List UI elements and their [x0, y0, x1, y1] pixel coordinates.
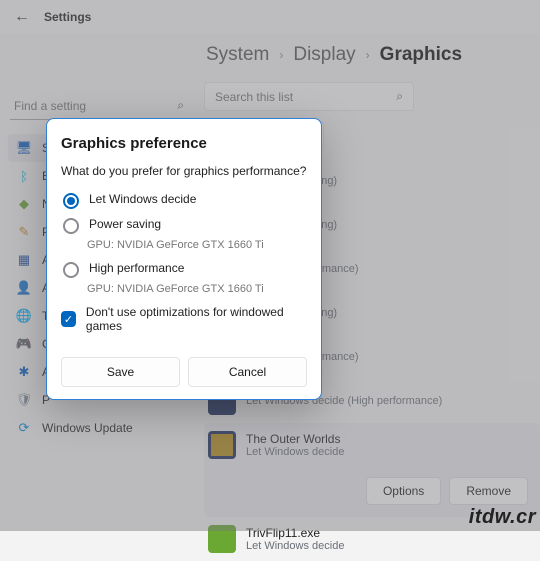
- radio-power-saving[interactable]: Power saving: [61, 213, 307, 238]
- graphics-preference-dialog: Graphics preference What do you prefer f…: [46, 118, 322, 400]
- checkbox-icon: ✓: [61, 311, 76, 327]
- save-button[interactable]: Save: [61, 357, 180, 387]
- cancel-button[interactable]: Cancel: [188, 357, 307, 387]
- radio-sublabel: GPU: NVIDIA GeForce GTX 1660 Ti: [87, 239, 307, 251]
- radio-let-windows-decide[interactable]: Let Windows decide: [61, 188, 307, 213]
- dialog-question: What do you prefer for graphics performa…: [61, 164, 307, 178]
- radio-label: Power saving: [89, 217, 161, 231]
- watermark: itdw.cr: [469, 506, 536, 529]
- radio-sublabel: GPU: NVIDIA GeForce GTX 1660 Ti: [87, 283, 307, 295]
- app-preference: Let Windows decide: [246, 540, 344, 552]
- checkbox-label: Don't use optimizations for windowed gam…: [86, 305, 307, 333]
- radio-icon: [63, 193, 79, 209]
- radio-label: Let Windows decide: [89, 192, 196, 206]
- dialog-title: Graphics preference: [61, 135, 307, 152]
- radio-high-performance[interactable]: High performance: [61, 257, 307, 282]
- radio-label: High performance: [89, 261, 184, 275]
- radio-icon: [63, 218, 79, 234]
- checkbox-windowed-optimizations[interactable]: ✓ Don't use optimizations for windowed g…: [61, 305, 307, 333]
- radio-icon: [63, 262, 79, 278]
